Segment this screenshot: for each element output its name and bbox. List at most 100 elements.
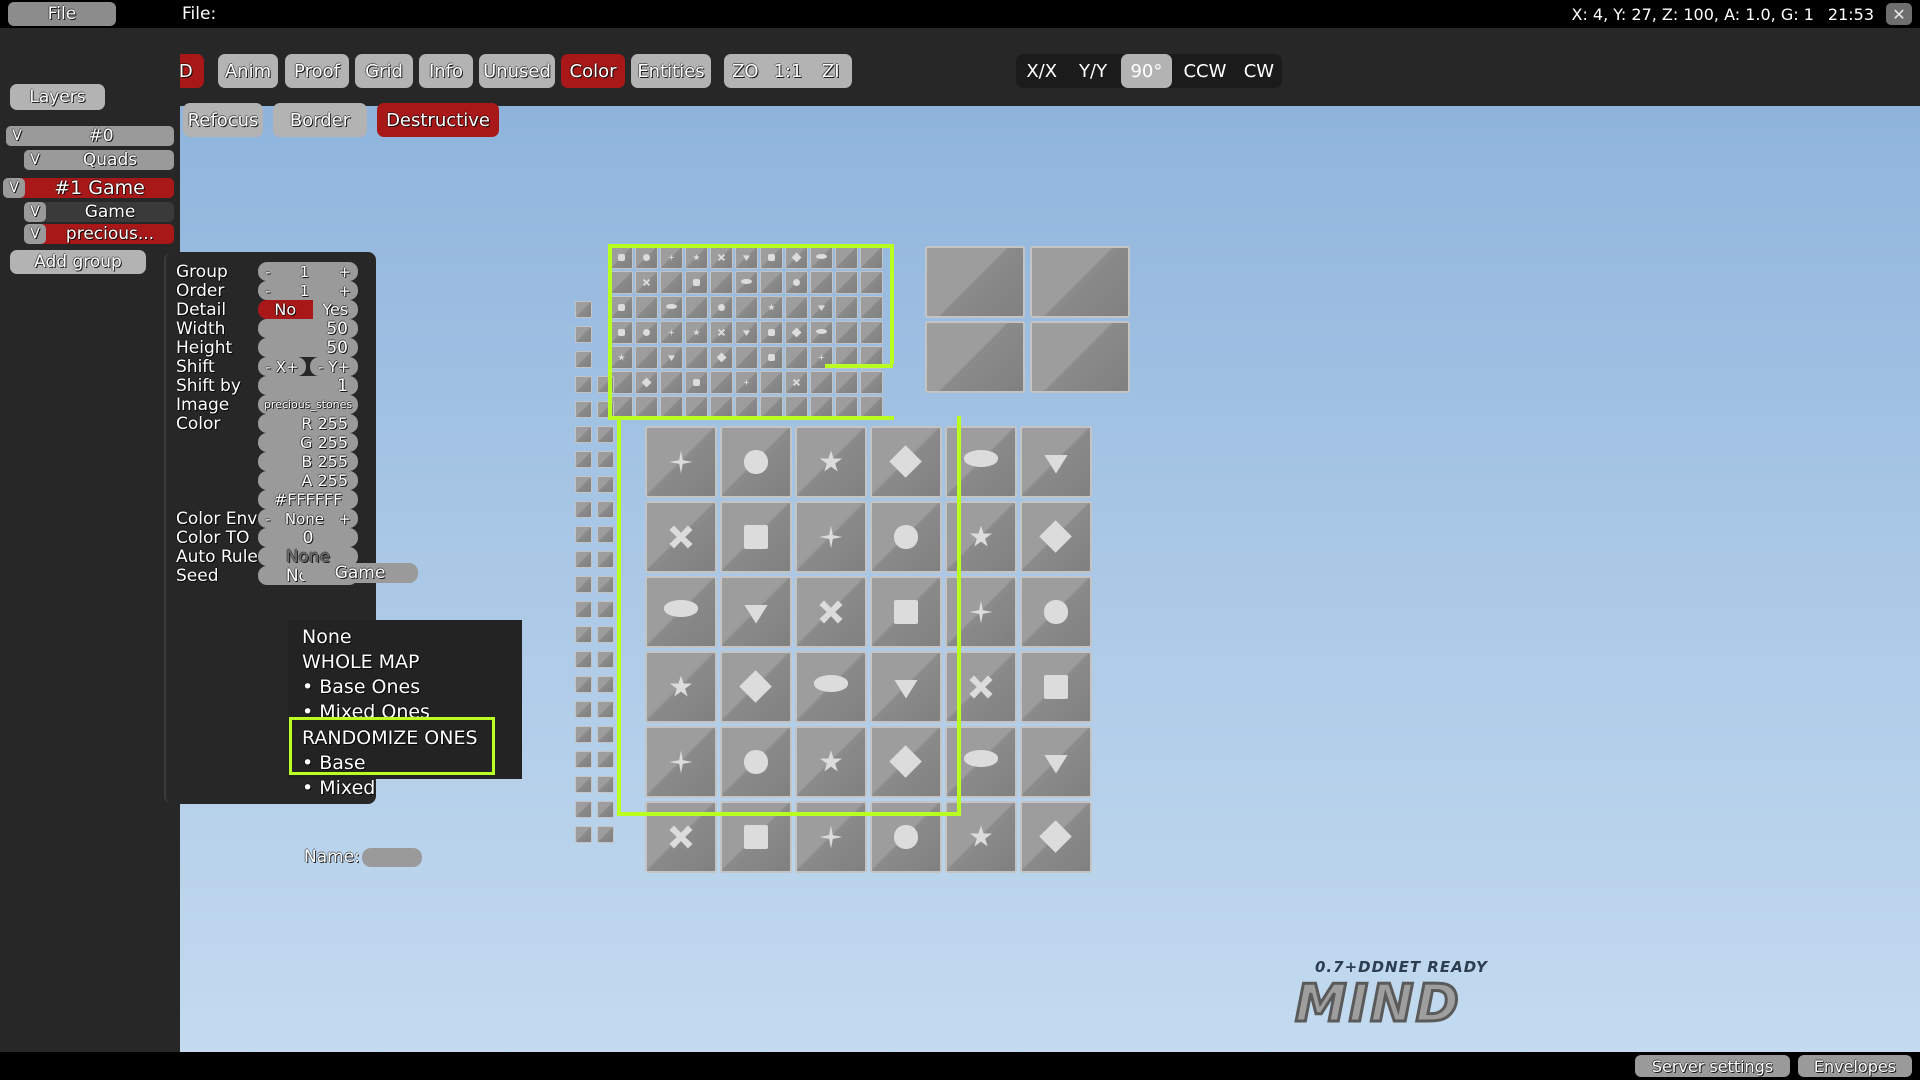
tileset-tile[interactable]	[835, 246, 858, 269]
tileset-tile[interactable]	[575, 551, 592, 568]
tileset-tile[interactable]	[685, 346, 708, 369]
tileset-tile[interactable]	[810, 321, 833, 344]
tileset-tile[interactable]	[1020, 651, 1092, 723]
tileset-tile[interactable]	[575, 451, 592, 468]
tileset-tile[interactable]	[735, 296, 758, 319]
tileset-tile[interactable]	[597, 701, 614, 718]
shift-y-button[interactable]: - Y+	[310, 357, 358, 376]
close-icon[interactable]: ✕	[1886, 3, 1912, 25]
visibility-toggle-icon[interactable]: V	[24, 202, 46, 222]
tileset-tile[interactable]	[810, 371, 833, 394]
tileset-tile[interactable]	[635, 271, 658, 294]
dropdown-item-mixed-ones[interactable]: • Mixed Ones	[302, 701, 430, 723]
tileset-tile[interactable]	[785, 346, 808, 369]
tileset-tile[interactable]	[575, 301, 592, 318]
tileset-tile[interactable]	[760, 321, 783, 344]
tileset-tile[interactable]	[720, 726, 792, 798]
tileset-tile[interactable]	[685, 371, 708, 394]
tileset-tile[interactable]	[1020, 426, 1092, 498]
tileset-tile[interactable]	[1030, 246, 1130, 318]
tileset-tile[interactable]	[575, 526, 592, 543]
tileset-tile[interactable]	[597, 576, 614, 593]
tileset-tile[interactable]	[660, 246, 683, 269]
tileset-tile[interactable]	[610, 271, 633, 294]
property-value-color-env[interactable]: - None +	[258, 509, 358, 528]
tileset-tile[interactable]	[610, 296, 633, 319]
tileset-tile[interactable]	[610, 246, 633, 269]
tileset-tile[interactable]	[1020, 576, 1092, 648]
add-group-button[interactable]: Add group	[10, 250, 146, 274]
tileset-tile[interactable]	[795, 651, 867, 723]
zoom-out-button[interactable]: ZO	[724, 54, 767, 88]
tileset-tile[interactable]	[575, 626, 592, 643]
layer-row-quads[interactable]: V Quads	[24, 150, 174, 170]
tileset-tile[interactable]	[1020, 726, 1092, 798]
tileset-tile[interactable]	[860, 321, 883, 344]
tileset-tile[interactable]	[597, 501, 614, 518]
tileset-tile[interactable]	[785, 321, 808, 344]
property-value-width[interactable]: 50	[258, 319, 358, 338]
property-toggle-detail[interactable]: No Yes	[258, 300, 358, 319]
tileset-tile[interactable]	[945, 726, 1017, 798]
tileset-tile[interactable]	[835, 296, 858, 319]
tileset-tile[interactable]	[575, 701, 592, 718]
tileset-tile[interactable]	[575, 776, 592, 793]
tileset-tile[interactable]	[597, 526, 614, 543]
property-value-color-hex[interactable]: #FFFFFF	[258, 490, 358, 509]
toolbar-button-unused[interactable]: Unused	[479, 54, 555, 88]
tileset-tile[interactable]	[575, 826, 592, 843]
server-settings-button[interactable]: Server settings	[1635, 1055, 1790, 1077]
tileset-tile[interactable]	[610, 346, 633, 369]
toolbar-button-grid[interactable]: Grid	[355, 54, 413, 88]
tileset-tile[interactable]	[645, 426, 717, 498]
tileset-tile[interactable]	[575, 501, 592, 518]
property-value-color-b[interactable]: B 255	[258, 452, 358, 471]
tileset-tile[interactable]	[685, 271, 708, 294]
tileset-tile[interactable]	[710, 296, 733, 319]
tileset-tile[interactable]	[945, 426, 1017, 498]
tileset-tile[interactable]	[597, 476, 614, 493]
tileset-tile[interactable]	[685, 296, 708, 319]
tileset-tile[interactable]	[870, 726, 942, 798]
flip-x-button[interactable]: X/X	[1016, 54, 1067, 88]
toolbar-button-info[interactable]: Info	[419, 54, 473, 88]
tileset-tile[interactable]	[835, 271, 858, 294]
tileset-tile[interactable]	[925, 321, 1025, 393]
tileset-tile[interactable]	[795, 501, 867, 573]
tileset-tile[interactable]	[575, 601, 592, 618]
tileset-tile[interactable]	[575, 326, 592, 343]
tileset-tile[interactable]	[660, 296, 683, 319]
property-value-color-a[interactable]: A 255	[258, 471, 358, 490]
increment-icon[interactable]: +	[338, 263, 351, 281]
tileset-tile[interactable]	[945, 501, 1017, 573]
tileset-tile[interactable]	[710, 271, 733, 294]
visibility-toggle-icon[interactable]: V	[24, 150, 46, 170]
auto-rule-dropdown[interactable]: None WHOLE MAP • Base Ones • Mixed Ones …	[288, 620, 522, 779]
visibility-toggle-icon[interactable]: V	[6, 126, 28, 146]
tileset-tile[interactable]	[785, 371, 808, 394]
tileset-tile[interactable]	[1030, 321, 1130, 393]
property-value-image[interactable]: precious_stones	[258, 395, 358, 414]
property-value-color-g[interactable]: G 255	[258, 433, 358, 452]
tileset-tile[interactable]	[597, 426, 614, 443]
toolbar-button-proof[interactable]: Proof	[285, 54, 349, 88]
tileset-tile[interactable]	[645, 501, 717, 573]
visibility-toggle-icon[interactable]: V	[3, 178, 25, 198]
tileset-tile[interactable]	[575, 476, 592, 493]
rotate-ccw-button[interactable]: CCW	[1174, 54, 1236, 88]
tileset-tile[interactable]	[795, 426, 867, 498]
tileset-tile[interactable]	[660, 346, 683, 369]
tileset-tile[interactable]	[597, 551, 614, 568]
tileset-tile[interactable]	[635, 296, 658, 319]
tileset-tile[interactable]	[635, 346, 658, 369]
tileset-tile[interactable]	[810, 271, 833, 294]
tileset-tile[interactable]	[1020, 801, 1092, 873]
tileset-tile[interactable]	[635, 246, 658, 269]
shift-x-button[interactable]: - X+	[258, 357, 306, 376]
tileset-tile[interactable]	[720, 576, 792, 648]
tileset-tile[interactable]	[685, 321, 708, 344]
tileset-tile[interactable]	[795, 726, 867, 798]
tileset-tile[interactable]	[785, 271, 808, 294]
tileset-tile[interactable]	[870, 651, 942, 723]
toolbar-button-color[interactable]: Color	[561, 54, 625, 88]
